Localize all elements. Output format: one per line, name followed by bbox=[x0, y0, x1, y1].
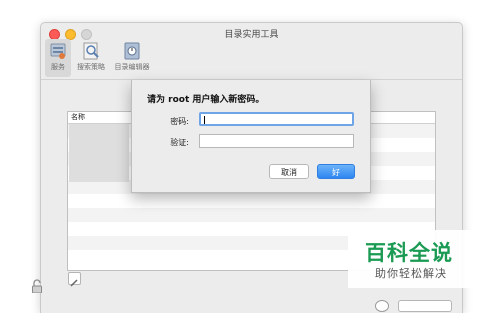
verify-label: 验证: bbox=[170, 138, 189, 147]
dialog-title: 请为 root 用户输入新密码。 bbox=[147, 95, 265, 105]
cancel-button[interactable]: 取消 bbox=[269, 164, 309, 179]
toolbar-item-label: 搜索策略 bbox=[77, 63, 105, 71]
toolbar-item-directory-editor[interactable]: 目录编辑器 bbox=[110, 39, 154, 77]
table-row[interactable] bbox=[68, 208, 435, 222]
text-caret bbox=[204, 116, 205, 124]
bottom-action-button[interactable] bbox=[398, 300, 452, 312]
password-field[interactable] bbox=[199, 112, 354, 126]
pencil-icon bbox=[70, 279, 78, 287]
toolbar: 服务 搜索策略 目录编辑器 bbox=[41, 39, 462, 77]
help-button[interactable] bbox=[375, 300, 389, 312]
verify-field[interactable] bbox=[199, 134, 354, 148]
toolbar-item-search-policy[interactable]: 搜索策略 bbox=[73, 39, 109, 77]
toolbar-item-services[interactable]: 服务 bbox=[45, 39, 71, 77]
watermark-subtitle: 助你轻松解决 bbox=[375, 267, 447, 280]
edit-button[interactable] bbox=[68, 272, 81, 287]
toolbar-item-label: 服务 bbox=[51, 63, 65, 71]
watermark: 百科全说 助你轻松解决 bbox=[348, 230, 500, 288]
password-label: 密码: bbox=[170, 117, 189, 126]
new-password-dialog: 请为 root 用户输入新密码。 密码: 验证: 取消 好 bbox=[131, 80, 371, 193]
directory-editor-icon bbox=[121, 41, 143, 61]
selected-row-highlight bbox=[69, 124, 129, 182]
services-icon bbox=[47, 41, 69, 61]
table-row[interactable] bbox=[68, 194, 435, 208]
watermark-title: 百科全说 bbox=[365, 241, 453, 265]
lock-icon[interactable] bbox=[31, 278, 43, 294]
ok-button[interactable]: 好 bbox=[317, 164, 355, 179]
toolbar-item-label: 目录编辑器 bbox=[114, 63, 150, 71]
search-policy-icon bbox=[80, 41, 102, 61]
